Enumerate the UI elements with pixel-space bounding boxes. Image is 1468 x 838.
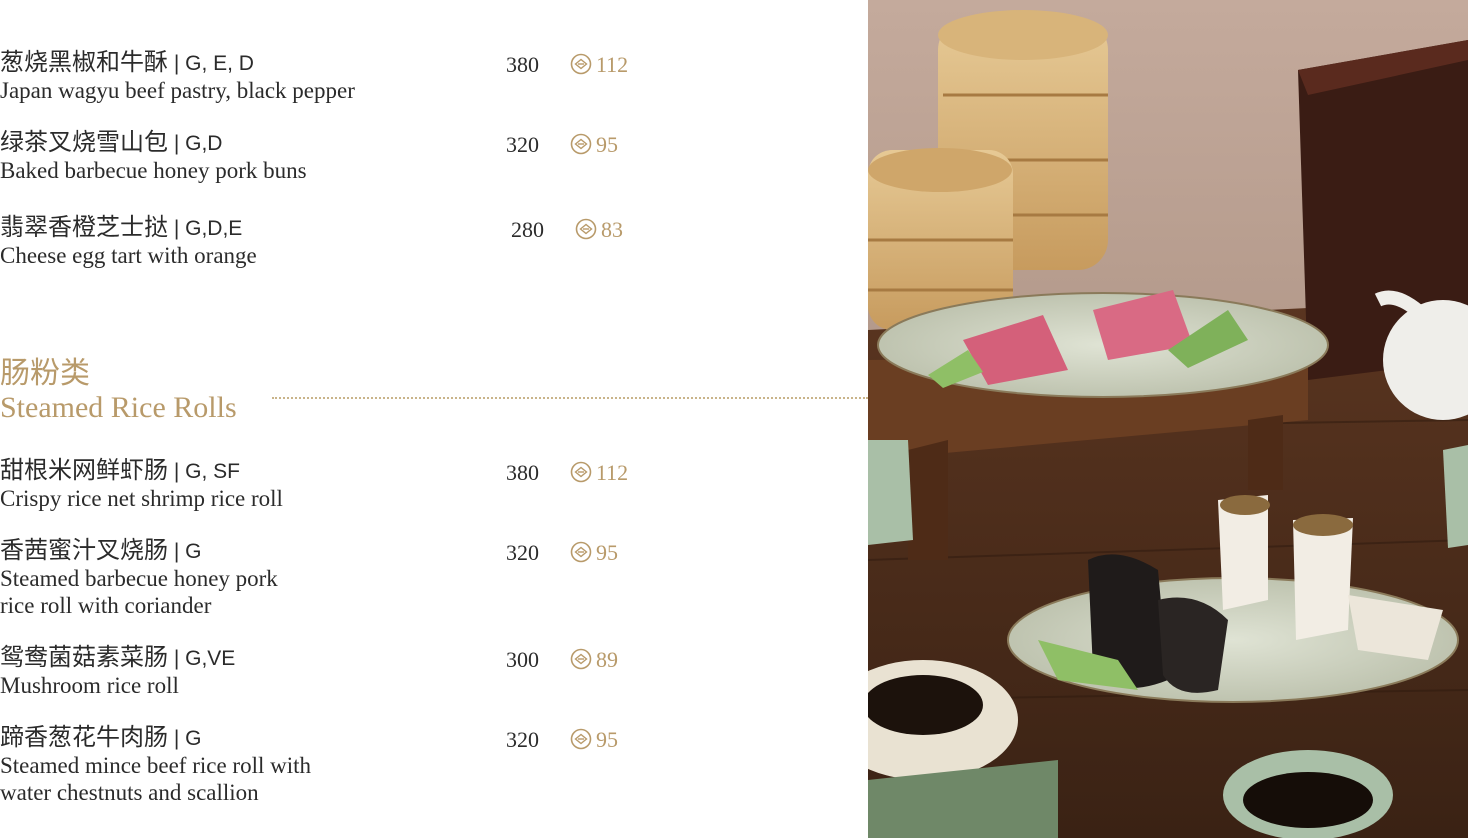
section-title-en: Steamed Rice Rolls xyxy=(0,391,237,424)
item-name-en: Mushroom rice roll xyxy=(0,673,179,698)
points-coin-icon xyxy=(570,461,592,490)
allergen-codes: | G xyxy=(168,727,202,750)
points-coin-icon xyxy=(570,728,592,757)
section-title-zh: 肠粉类 xyxy=(0,357,90,390)
menu-panel: 葱烧黑椒和牛酥 | G, E, D Japan wagyu beef pastr… xyxy=(0,0,868,838)
allergen-codes: | G,D,E xyxy=(168,217,243,240)
allergen-codes: | G, E, D xyxy=(168,52,254,75)
item-price: 320 xyxy=(506,727,539,752)
item-price: 300 xyxy=(506,647,539,672)
item-price: 320 xyxy=(506,540,539,565)
item-points: 89 xyxy=(570,646,618,677)
allergen-codes: | G,D xyxy=(168,132,223,155)
item-points: 95 xyxy=(570,131,618,162)
allergen-codes: | G, SF xyxy=(168,460,240,483)
item-name-en: Steamed mince beef rice roll with xyxy=(0,753,312,778)
item-name-en-line2: water chestnuts and scallion xyxy=(0,780,259,805)
item-name-zh: 鸳鸯菌菇素菜肠 | G,VE xyxy=(0,645,236,671)
item-points: 95 xyxy=(570,726,618,757)
item-name-en: Steamed barbecue honey pork xyxy=(0,566,278,591)
item-name-en: Japan wagyu beef pastry, black pepper xyxy=(0,78,355,103)
item-points: 95 xyxy=(570,539,618,570)
item-name-en: Baked barbecue honey pork buns xyxy=(0,158,307,183)
item-price: 320 xyxy=(506,132,539,157)
food-photo xyxy=(868,0,1468,838)
item-name-zh: 绿茶叉烧雪山包 | G,D xyxy=(0,130,223,156)
item-points: 83 xyxy=(575,216,623,247)
allergen-codes: | G xyxy=(168,540,202,563)
item-points: 112 xyxy=(570,51,628,82)
item-name-en-line2: rice roll with coriander xyxy=(0,593,212,618)
points-coin-icon xyxy=(575,218,597,247)
item-name-zh: 甜根米网鲜虾肠 | G, SF xyxy=(0,458,240,484)
item-price: 380 xyxy=(506,52,539,77)
points-coin-icon xyxy=(570,53,592,82)
points-coin-icon xyxy=(570,541,592,570)
points-coin-icon xyxy=(570,133,592,162)
item-name-zh: 蹄香葱花牛肉肠 | G xyxy=(0,725,202,751)
item-name-en: Cheese egg tart with orange xyxy=(0,243,257,268)
points-coin-icon xyxy=(570,648,592,677)
item-name-zh: 香茜蜜汁叉烧肠 | G xyxy=(0,538,202,564)
item-name-zh: 翡翠香橙芝士挞 | G,D,E xyxy=(0,215,243,241)
section-divider xyxy=(272,397,868,399)
item-price: 380 xyxy=(506,460,539,485)
item-name-zh: 葱烧黑椒和牛酥 | G, E, D xyxy=(0,50,254,76)
item-price: 280 xyxy=(511,217,544,242)
item-name-en: Crispy rice net shrimp rice roll xyxy=(0,486,283,511)
allergen-codes: | G,VE xyxy=(168,647,236,670)
item-points: 112 xyxy=(570,459,628,490)
